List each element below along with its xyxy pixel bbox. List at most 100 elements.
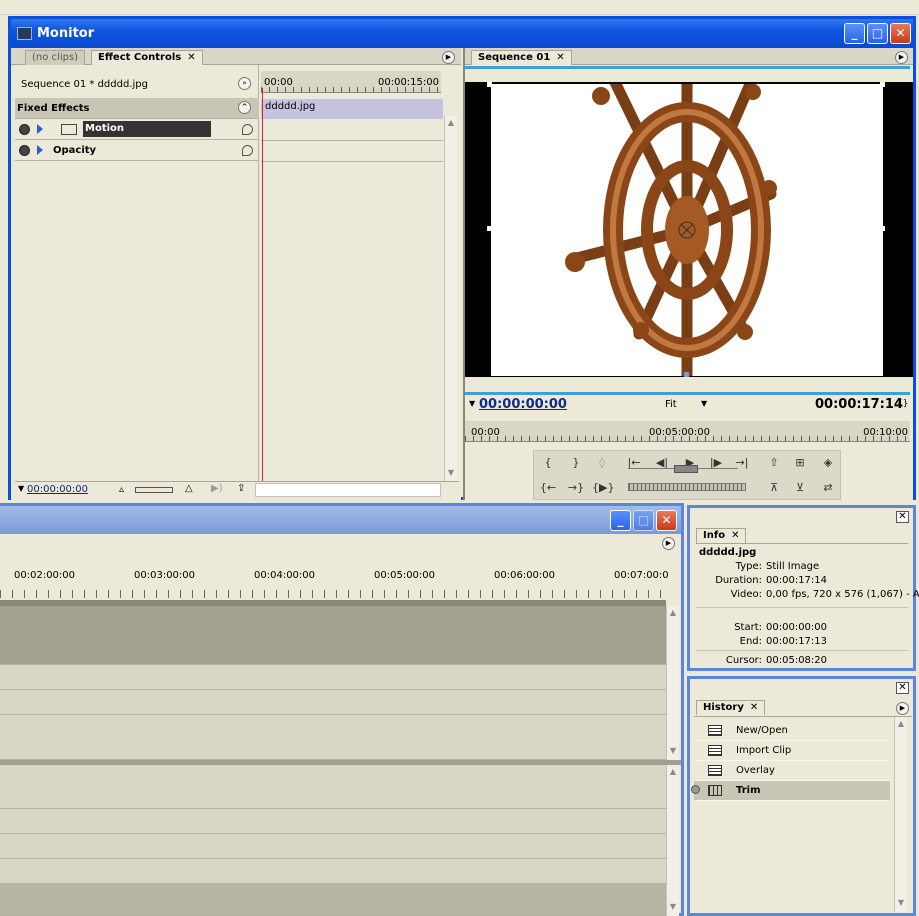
safe-margin-icon[interactable]: {}	[897, 399, 908, 409]
minimize-button[interactable]: _	[610, 510, 631, 531]
tab-close-icon[interactable]: ✕	[750, 702, 758, 713]
scroll-up-icon[interactable]: ▲	[895, 719, 907, 731]
bbox-handle[interactable]	[880, 82, 885, 87]
effect-row-opacity[interactable]: Opacity	[15, 140, 259, 161]
close-button[interactable]: ✕	[890, 23, 911, 44]
close-icon[interactable]: ✕	[896, 511, 909, 523]
safe-margins-icon[interactable]: ⊞	[790, 454, 810, 472]
track-row[interactable]	[0, 665, 666, 690]
scroll-up-icon[interactable]: ▲	[667, 767, 679, 779]
scroll-down-icon[interactable]: ▼	[667, 746, 679, 758]
output-icon[interactable]: ◈	[818, 454, 838, 472]
info-titlebar[interactable]: ✕	[690, 508, 913, 526]
history-item[interactable]: New/Open	[694, 721, 890, 741]
tab-close-icon[interactable]: ✕	[731, 530, 739, 541]
ec-timecode[interactable]: 00:00:00:00	[27, 484, 88, 495]
panel-menu-icon[interactable]: ▶	[895, 51, 908, 64]
monitor-titlebar[interactable]: Monitor _ □ ✕	[11, 19, 913, 48]
export-icon[interactable]: ⇪	[237, 483, 245, 494]
track-row[interactable]	[0, 884, 666, 916]
go-to-next-edit-icon[interactable]: →}	[566, 479, 586, 497]
show-timeline-icon[interactable]: »	[238, 77, 251, 90]
ec-hscrollbar[interactable]	[255, 483, 441, 497]
tab-close-icon[interactable]: ✕	[556, 52, 564, 63]
scroll-down-icon[interactable]: ▼	[445, 468, 457, 480]
expand-triangle-icon[interactable]	[37, 124, 43, 134]
history-state-marker[interactable]	[691, 785, 700, 794]
program-ruler[interactable]: 00:00 00:05:00:00 00:10:00	[465, 421, 910, 442]
fx-toggle-icon[interactable]	[19, 123, 30, 135]
audio-scrollbar[interactable]: ▲ ▼	[666, 765, 679, 916]
close-icon[interactable]: ✕	[896, 682, 909, 694]
jog-wheel[interactable]	[628, 483, 746, 491]
panel-menu-icon[interactable]: ▶	[662, 537, 675, 550]
bbox-handle[interactable]	[684, 372, 689, 377]
track-row[interactable]	[0, 809, 666, 834]
track-row[interactable]	[0, 690, 666, 715]
history-item-selected[interactable]: Trim	[694, 781, 890, 801]
program-viewer[interactable]	[465, 68, 913, 390]
video-scrollbar[interactable]: ▲ ▼	[666, 606, 679, 760]
trim-icon[interactable]: ⇄	[818, 479, 838, 497]
zoom-in-icon[interactable]: △	[185, 483, 193, 494]
bbox-handle[interactable]	[487, 82, 492, 87]
history-item[interactable]: Overlay	[694, 761, 890, 781]
zoom-slider[interactable]	[135, 487, 173, 493]
tab-no-clips[interactable]: (no clips)	[25, 50, 86, 65]
scroll-up-icon[interactable]: ▲	[667, 608, 679, 620]
history-item-label: Overlay	[736, 765, 775, 776]
maximize-button[interactable]: □	[633, 510, 654, 531]
clip-bar[interactable]: ddddd.jpg	[261, 99, 443, 119]
audio-track[interactable]	[0, 765, 666, 809]
reset-icon[interactable]	[242, 123, 253, 135]
scroll-up-icon[interactable]: ▲	[445, 118, 457, 130]
chevron-down-icon[interactable]: ▼	[701, 399, 707, 408]
go-to-prev-edit-icon[interactable]: {←	[538, 479, 558, 497]
minimize-button[interactable]: _	[844, 23, 865, 44]
close-button[interactable]: ✕	[656, 510, 677, 531]
motion-handle-icon[interactable]	[61, 123, 77, 135]
ec-ruler[interactable]: 00:00 00:00:15:00	[261, 71, 441, 93]
bbox-handle[interactable]	[487, 226, 492, 231]
play-in-to-out-icon[interactable]: {▶}	[592, 479, 614, 497]
set-marker-icon[interactable]: ◊	[592, 454, 612, 472]
zoom-out-icon[interactable]: ▵	[119, 484, 124, 495]
timeline-ruler[interactable]: 00:02:00:00 00:03:00:00 00:04:00:00 00:0…	[0, 562, 669, 606]
tab-sequence-01[interactable]: Sequence 01 ✕	[471, 50, 572, 65]
playhead-line[interactable]	[262, 88, 263, 481]
lift-icon[interactable]: ⇧	[764, 454, 784, 472]
track-row[interactable]	[0, 859, 666, 884]
zoom-select[interactable]: Fit	[665, 399, 677, 410]
track-row[interactable]	[0, 834, 666, 859]
tab-info[interactable]: Info ✕	[696, 528, 747, 543]
bbox-handle[interactable]	[880, 226, 885, 231]
history-item[interactable]: Import Clip	[694, 741, 890, 761]
effect-row-motion[interactable]: Motion	[15, 119, 259, 140]
shuttle-handle[interactable]	[674, 465, 698, 473]
timeline-titlebar[interactable]: _ □ ✕	[0, 506, 681, 534]
scroll-down-icon[interactable]: ▼	[895, 898, 907, 910]
tab-effect-controls[interactable]: Effect Controls ✕	[91, 50, 203, 65]
tab-close-icon[interactable]: ✕	[187, 52, 195, 63]
video-track[interactable]	[0, 606, 666, 665]
history-titlebar[interactable]: ✕	[690, 679, 913, 697]
history-scrollbar[interactable]: ▲ ▼	[894, 717, 907, 912]
audio-icon[interactable]: ▶)	[211, 483, 223, 494]
mark-out-icon[interactable]: }	[566, 454, 586, 472]
expand-triangle-icon[interactable]	[37, 145, 43, 155]
program-timecode[interactable]: 00:00:00:00	[479, 397, 567, 412]
lift-clip-icon[interactable]: ⊼	[764, 479, 784, 497]
extract-clip-icon[interactable]: ⊻	[790, 479, 810, 497]
collapse-icon[interactable]: ^	[238, 101, 251, 114]
panel-menu-icon[interactable]: ▶	[442, 51, 455, 64]
ec-scrollbar[interactable]: ▲ ▼	[444, 116, 457, 482]
panel-menu-icon[interactable]: ▶	[896, 702, 909, 715]
tab-history[interactable]: History ✕	[696, 700, 766, 715]
maximize-button[interactable]: □	[867, 23, 888, 44]
scroll-down-icon[interactable]: ▼	[667, 902, 679, 914]
mark-in-icon[interactable]: {	[538, 454, 558, 472]
fx-toggle-icon[interactable]	[19, 144, 30, 156]
top-strip	[0, 0, 919, 15]
reset-icon[interactable]	[242, 144, 253, 156]
track-row[interactable]	[0, 715, 666, 760]
